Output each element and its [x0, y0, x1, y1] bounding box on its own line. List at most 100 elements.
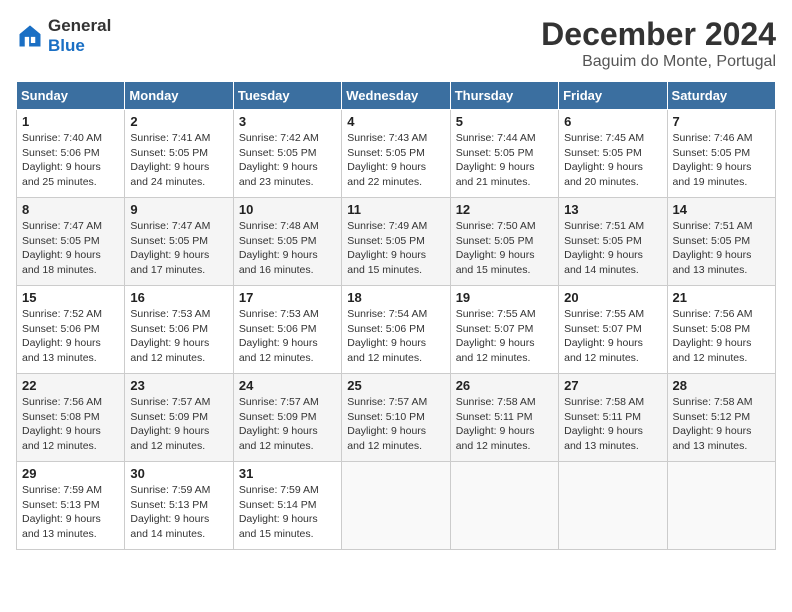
calendar-cell: 27 Sunrise: 7:58 AMSunset: 5:11 PMDayligh…	[559, 374, 667, 462]
weekday-header-monday: Monday	[125, 82, 233, 110]
day-info: Sunrise: 7:44 AMSunset: 5:05 PMDaylight:…	[456, 131, 553, 190]
weekday-header-friday: Friday	[559, 82, 667, 110]
day-number: 8	[22, 202, 119, 217]
day-number: 1	[22, 114, 119, 129]
calendar-cell: 13 Sunrise: 7:51 AMSunset: 5:05 PMDayligh…	[559, 198, 667, 286]
weekday-header-thursday: Thursday	[450, 82, 558, 110]
calendar-cell: 16Sunrise: 7:53 AMSunset: 5:06 PMDayligh…	[125, 286, 233, 374]
day-number: 19	[456, 290, 553, 305]
day-info: Sunrise: 7:57 AMSunset: 5:10 PMDaylight:…	[347, 395, 444, 454]
day-info: Sunrise: 7:48 AMSunset: 5:05 PMDaylight:…	[239, 219, 336, 278]
day-number: 15	[22, 290, 119, 305]
calendar-cell: 1 Sunrise: 7:40 AMSunset: 5:06 PMDaylight…	[17, 110, 125, 198]
day-number: 4	[347, 114, 444, 129]
calendar-cell: 11Sunrise: 7:49 AMSunset: 5:05 PMDayligh…	[342, 198, 450, 286]
day-number: 7	[673, 114, 770, 129]
day-number: 12	[456, 202, 553, 217]
calendar-cell: 25Sunrise: 7:57 AMSunset: 5:10 PMDayligh…	[342, 374, 450, 462]
logo: General Blue	[16, 16, 111, 55]
day-number: 18	[347, 290, 444, 305]
calendar-cell: 20Sunrise: 7:55 AMSunset: 5:07 PMDayligh…	[559, 286, 667, 374]
day-info: Sunrise: 7:51 AMSunset: 5:05 PMDaylight:…	[673, 219, 770, 278]
logo-text: General Blue	[48, 16, 111, 55]
calendar-title: December 2024	[541, 16, 776, 53]
calendar-body: 1 Sunrise: 7:40 AMSunset: 5:06 PMDaylight…	[17, 110, 776, 550]
day-info: Sunrise: 7:56 AMSunset: 5:08 PMDaylight:…	[673, 307, 770, 366]
day-number: 2	[130, 114, 227, 129]
day-number: 26	[456, 378, 553, 393]
calendar-cell: 21 Sunrise: 7:56 AMSunset: 5:08 PMDayligh…	[667, 286, 775, 374]
day-info: Sunrise: 7:46 AMSunset: 5:05 PMDaylight:…	[673, 131, 770, 190]
day-info: Sunrise: 7:47 AMSunset: 5:05 PMDaylight:…	[22, 219, 119, 278]
day-number: 23	[130, 378, 227, 393]
calendar-cell: 28 Sunrise: 7:58 AMSunset: 5:12 PMDayligh…	[667, 374, 775, 462]
calendar-cell: 31Sunrise: 7:59 AMSunset: 5:14 PMDayligh…	[233, 462, 341, 550]
calendar-cell: 14 Sunrise: 7:51 AMSunset: 5:05 PMDayligh…	[667, 198, 775, 286]
calendar-cell: 8 Sunrise: 7:47 AMSunset: 5:05 PMDaylight…	[17, 198, 125, 286]
day-info: Sunrise: 7:58 AMSunset: 5:11 PMDaylight:…	[456, 395, 553, 454]
calendar-cell: 9Sunrise: 7:47 AMSunset: 5:05 PMDaylight…	[125, 198, 233, 286]
day-number: 13	[564, 202, 661, 217]
calendar-subtitle: Baguim do Monte, Portugal	[541, 53, 776, 71]
day-number: 14	[673, 202, 770, 217]
day-info: Sunrise: 7:57 AMSunset: 5:09 PMDaylight:…	[130, 395, 227, 454]
day-info: Sunrise: 7:42 AMSunset: 5:05 PMDaylight:…	[239, 131, 336, 190]
calendar-cell	[450, 462, 558, 550]
calendar-cell: 19 Sunrise: 7:55 AMSunset: 5:07 PMDayligh…	[450, 286, 558, 374]
day-number: 11	[347, 202, 444, 217]
day-info: Sunrise: 7:43 AMSunset: 5:05 PMDaylight:…	[347, 131, 444, 190]
day-info: Sunrise: 7:56 AMSunset: 5:08 PMDaylight:…	[22, 395, 119, 454]
page-header: General Blue December 2024 Baguim do Mon…	[16, 16, 776, 71]
day-info: Sunrise: 7:59 AMSunset: 5:13 PMDaylight:…	[22, 483, 119, 542]
day-info: Sunrise: 7:47 AMSunset: 5:05 PMDaylight:…	[130, 219, 227, 278]
logo-icon	[16, 22, 44, 50]
calendar-cell: 7 Sunrise: 7:46 AMSunset: 5:05 PMDaylight…	[667, 110, 775, 198]
day-number: 3	[239, 114, 336, 129]
day-number: 21	[673, 290, 770, 305]
calendar-cell: 15 Sunrise: 7:52 AMSunset: 5:06 PMDayligh…	[17, 286, 125, 374]
calendar-cell: 3 Sunrise: 7:42 AMSunset: 5:05 PMDaylight…	[233, 110, 341, 198]
day-number: 28	[673, 378, 770, 393]
week-row-1: 1 Sunrise: 7:40 AMSunset: 5:06 PMDaylight…	[17, 110, 776, 198]
calendar-table: SundayMondayTuesdayWednesdayThursdayFrid…	[16, 81, 776, 550]
day-number: 5	[456, 114, 553, 129]
day-info: Sunrise: 7:52 AMSunset: 5:06 PMDaylight:…	[22, 307, 119, 366]
day-info: Sunrise: 7:55 AMSunset: 5:07 PMDaylight:…	[456, 307, 553, 366]
calendar-cell: 12 Sunrise: 7:50 AMSunset: 5:05 PMDayligh…	[450, 198, 558, 286]
day-number: 24	[239, 378, 336, 393]
week-row-5: 29Sunrise: 7:59 AMSunset: 5:13 PMDayligh…	[17, 462, 776, 550]
day-info: Sunrise: 7:59 AMSunset: 5:13 PMDaylight:…	[130, 483, 227, 542]
calendar-cell: 18 Sunrise: 7:54 AMSunset: 5:06 PMDayligh…	[342, 286, 450, 374]
day-number: 10	[239, 202, 336, 217]
day-info: Sunrise: 7:53 AMSunset: 5:06 PMDaylight:…	[239, 307, 336, 366]
calendar-cell: 4 Sunrise: 7:43 AMSunset: 5:05 PMDaylight…	[342, 110, 450, 198]
day-info: Sunrise: 7:54 AMSunset: 5:06 PMDaylight:…	[347, 307, 444, 366]
calendar-cell: 5 Sunrise: 7:44 AMSunset: 5:05 PMDaylight…	[450, 110, 558, 198]
day-info: Sunrise: 7:58 AMSunset: 5:11 PMDaylight:…	[564, 395, 661, 454]
title-block: December 2024 Baguim do Monte, Portugal	[541, 16, 776, 71]
day-number: 6	[564, 114, 661, 129]
calendar-cell: 6Sunrise: 7:45 AMSunset: 5:05 PMDaylight…	[559, 110, 667, 198]
day-number: 27	[564, 378, 661, 393]
weekday-header-tuesday: Tuesday	[233, 82, 341, 110]
day-info: Sunrise: 7:59 AMSunset: 5:14 PMDaylight:…	[239, 483, 336, 542]
day-info: Sunrise: 7:51 AMSunset: 5:05 PMDaylight:…	[564, 219, 661, 278]
calendar-cell: 10 Sunrise: 7:48 AMSunset: 5:05 PMDayligh…	[233, 198, 341, 286]
weekday-header-saturday: Saturday	[667, 82, 775, 110]
day-info: Sunrise: 7:58 AMSunset: 5:12 PMDaylight:…	[673, 395, 770, 454]
calendar-cell: 24Sunrise: 7:57 AMSunset: 5:09 PMDayligh…	[233, 374, 341, 462]
day-info: Sunrise: 7:55 AMSunset: 5:07 PMDaylight:…	[564, 307, 661, 366]
week-row-2: 8 Sunrise: 7:47 AMSunset: 5:05 PMDaylight…	[17, 198, 776, 286]
calendar-cell: 17 Sunrise: 7:53 AMSunset: 5:06 PMDayligh…	[233, 286, 341, 374]
day-info: Sunrise: 7:53 AMSunset: 5:06 PMDaylight:…	[130, 307, 227, 366]
calendar-cell: 29Sunrise: 7:59 AMSunset: 5:13 PMDayligh…	[17, 462, 125, 550]
day-info: Sunrise: 7:50 AMSunset: 5:05 PMDaylight:…	[456, 219, 553, 278]
calendar-cell: 26 Sunrise: 7:58 AMSunset: 5:11 PMDayligh…	[450, 374, 558, 462]
day-info: Sunrise: 7:40 AMSunset: 5:06 PMDaylight:…	[22, 131, 119, 190]
weekday-header-wednesday: Wednesday	[342, 82, 450, 110]
calendar-cell: 23 Sunrise: 7:57 AMSunset: 5:09 PMDayligh…	[125, 374, 233, 462]
weekday-header-sunday: Sunday	[17, 82, 125, 110]
week-row-3: 15 Sunrise: 7:52 AMSunset: 5:06 PMDayligh…	[17, 286, 776, 374]
day-number: 17	[239, 290, 336, 305]
day-number: 22	[22, 378, 119, 393]
